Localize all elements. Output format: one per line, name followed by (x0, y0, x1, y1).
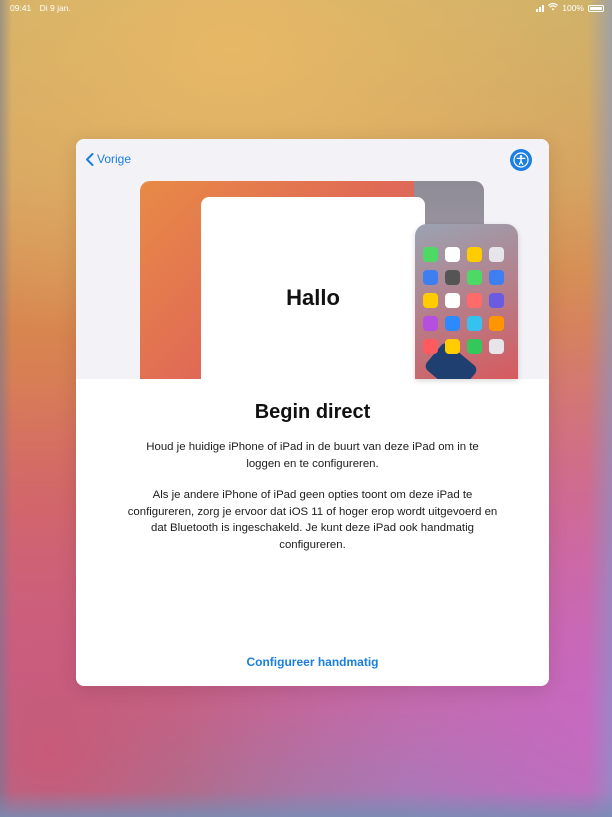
accessibility-icon (513, 152, 529, 168)
app-icon (467, 270, 482, 285)
app-icon (423, 316, 438, 331)
help-text: Als je andere iPhone of iPad geen opties… (127, 489, 498, 551)
wallpaper-edge-right (588, 0, 612, 817)
configure-manually-button[interactable]: Configureer handmatig (76, 655, 549, 669)
app-icon (467, 293, 482, 308)
cellular-signal-icon (536, 4, 545, 12)
app-icon (467, 339, 482, 354)
app-icon-grid (423, 247, 504, 354)
card-header-area: Vorige Hallo (76, 139, 549, 379)
hello-text: Hallo (286, 285, 340, 310)
hello-screen: Hallo (201, 197, 425, 379)
instruction-text: Houd je huidige iPhone of iPad in de buu… (146, 441, 479, 470)
app-icon (489, 270, 504, 285)
page-title: Begin direct (254, 401, 371, 423)
battery-icon (588, 4, 604, 12)
app-icon (445, 316, 460, 331)
app-icon (467, 247, 482, 262)
wallpaper-edge-left (0, 0, 12, 817)
setup-card: Vorige Hallo Begin direct Houd je huidig… (76, 139, 549, 686)
app-icon (489, 339, 504, 354)
app-icon (423, 270, 438, 285)
accessibility-button[interactable] (510, 149, 532, 171)
app-icon (445, 293, 460, 308)
app-icon (445, 339, 460, 354)
back-button[interactable]: Vorige (85, 152, 131, 166)
app-icon (423, 247, 438, 262)
app-icon (489, 316, 504, 331)
status-time: 09:41 (10, 3, 32, 13)
app-icon (467, 316, 482, 331)
app-icon (445, 270, 460, 285)
app-icon (423, 293, 438, 308)
battery-percentage: 100% (562, 3, 584, 13)
chevron-left-icon (86, 152, 94, 166)
status-bar: 09:41 Di 9 jan. 100% (0, 0, 612, 16)
app-icon (489, 293, 504, 308)
iphone-illustration (415, 224, 518, 379)
app-icon (423, 339, 438, 354)
app-icon (445, 247, 460, 262)
wifi-icon (548, 0, 559, 16)
status-date: Di 9 jan. (39, 3, 71, 13)
app-icon (489, 247, 504, 262)
back-button-label: Vorige (97, 152, 132, 166)
wallpaper-edge-bottom (0, 791, 612, 817)
